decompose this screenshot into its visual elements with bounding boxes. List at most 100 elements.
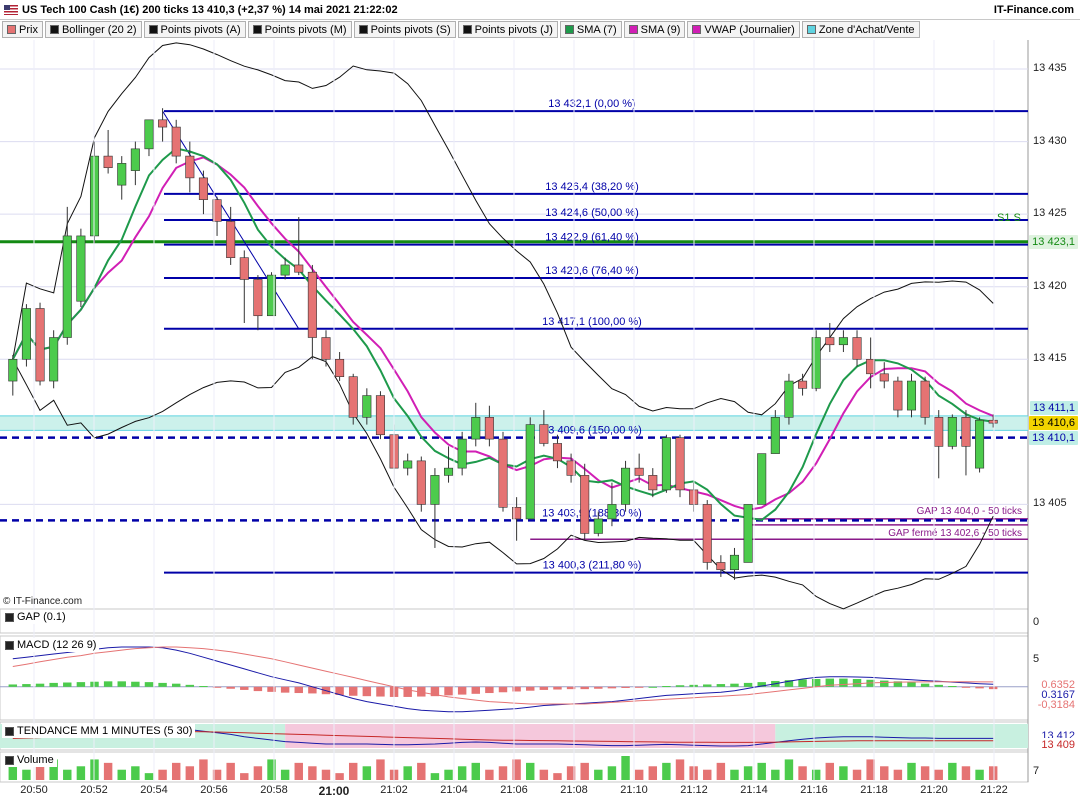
volume-bar — [498, 766, 508, 780]
gap-closed-label: GAP fermé 13 402,6 - 50 ticks — [888, 528, 1022, 539]
macd-histogram-bar — [498, 686, 508, 693]
gap-panel-label-text: GAP (0.1) — [17, 611, 66, 623]
volume-bar — [771, 769, 780, 780]
macd-histogram-bar — [199, 686, 208, 688]
candle-body — [838, 337, 848, 346]
legend-item[interactable]: Points pivots (M) — [247, 21, 352, 38]
candle-body — [185, 155, 195, 179]
volume-axis-label: 7 — [1033, 765, 1040, 777]
trend-panel-label[interactable]: TENDANCE MM 1 MINUTES (5 30) — [2, 724, 196, 738]
time-axis-label: 21:08 — [560, 784, 588, 796]
volume-bar — [471, 762, 480, 780]
candle-body — [621, 467, 631, 505]
legend-item-label: Bollinger (20 2) — [61, 23, 137, 36]
legend-item[interactable]: SMA (9) — [623, 21, 686, 38]
legend-item-label: Zone d'Achat/Vente — [818, 23, 915, 36]
candle-body — [416, 460, 426, 505]
candle-body — [226, 221, 236, 258]
price-axis-tick: 13 435 — [1033, 62, 1067, 75]
volume-bar — [798, 766, 807, 780]
volume-bar — [76, 766, 86, 780]
volume-bar — [199, 759, 208, 780]
candle-body — [975, 419, 985, 469]
volume-bar — [811, 769, 821, 780]
macd-histogram-bar — [907, 682, 916, 687]
trend-panel-label-text: TENDANCE MM 1 MINUTES (5 30) — [17, 725, 193, 737]
time-axis-label: 21:18 — [860, 784, 888, 796]
candle-body — [430, 475, 440, 505]
legend-item[interactable]: SMA (7) — [559, 21, 622, 38]
macd-histogram-bar — [240, 686, 249, 690]
volume-panel-label-text: Volume — [17, 754, 54, 766]
volume-bar — [8, 766, 18, 780]
candle-body — [893, 380, 903, 411]
volume-bar — [240, 773, 249, 780]
volume-bar — [185, 766, 195, 780]
candle-body — [988, 419, 998, 424]
fibonacci-level-label: 13 422,9 (61,40 %) — [545, 232, 639, 244]
candle-body — [947, 417, 957, 447]
volume-bar — [485, 769, 494, 780]
legend-item-label: SMA (9) — [640, 23, 681, 36]
legend-item[interactable]: Points pivots (S) — [353, 21, 456, 38]
volume-bar — [825, 762, 835, 780]
candle-body — [729, 554, 740, 571]
legend-item[interactable]: Points pivots (J) — [457, 21, 558, 38]
macd-histogram-bar — [76, 682, 86, 687]
gap-open-label: GAP 13 404,0 - 50 ticks — [917, 506, 1022, 517]
volume-bar — [348, 762, 358, 780]
macd-histogram-bar — [226, 686, 235, 689]
price-axis-tick: 13 420 — [1033, 279, 1067, 292]
gap-panel-label[interactable]: GAP (0.1) — [2, 610, 69, 624]
macd-histogram-bar — [553, 686, 562, 690]
volume-bar — [417, 762, 426, 780]
time-axis-label: 20:56 — [200, 784, 228, 796]
time-axis-label: 20:52 — [80, 784, 108, 796]
legend-item-label: VWAP (Journalier) — [704, 23, 795, 36]
macd-histogram-bar — [730, 683, 739, 687]
legend-item[interactable]: VWAP (Journalier) — [687, 21, 800, 38]
candle-body — [103, 155, 113, 169]
macd-histogram-bar — [743, 682, 753, 687]
volume-bar — [948, 762, 957, 780]
candle-body — [634, 467, 644, 476]
legend-item[interactable]: Bollinger (20 2) — [44, 21, 142, 38]
time-axis-label: 20:50 — [20, 784, 48, 796]
legend-item-label: Prix — [19, 23, 38, 36]
legend-swatch-icon — [7, 25, 16, 34]
legend-swatch-icon — [49, 25, 59, 34]
time-axis-label: 20:54 — [140, 784, 168, 796]
macd-histogram-bar — [580, 686, 589, 690]
macd-histogram-bar — [144, 682, 154, 687]
legend-swatch-icon — [628, 25, 638, 34]
pivot-s1-label: S1 S — [997, 212, 1021, 224]
fibonacci-level-label: 13 432,1 (0,00 %) — [548, 98, 635, 110]
price-tag: 13 423,1 — [1029, 234, 1078, 249]
volume-panel-label[interactable]: Volume — [2, 753, 57, 767]
fibonacci-level-label: 13 417,1 (100,00 %) — [542, 316, 642, 328]
candle-body — [348, 376, 358, 418]
legend-item[interactable]: Prix — [2, 21, 43, 38]
gap-axis-label: 0 — [1033, 616, 1040, 628]
trend-value-tag: 13 409 — [1038, 738, 1078, 752]
macd-histogram-bar — [648, 686, 658, 688]
macd-histogram-bar — [975, 686, 984, 689]
time-axis-label: 21:14 — [740, 784, 768, 796]
volume-bar — [784, 759, 794, 780]
legend-item[interactable]: Points pivots (A) — [143, 21, 246, 38]
macd-histogram-bar — [63, 682, 72, 687]
time-axis-label: 20:58 — [260, 784, 288, 796]
candle-body — [879, 373, 889, 382]
legend-item[interactable]: Zone d'Achat/Vente — [801, 21, 920, 38]
volume-bar — [703, 769, 712, 780]
candle-body — [457, 438, 467, 469]
candle-body — [770, 417, 780, 454]
candle-body — [444, 467, 454, 476]
volume-bar — [362, 766, 372, 780]
candle-body — [144, 119, 154, 150]
candle-body — [49, 337, 59, 382]
macd-histogram-bar — [852, 679, 862, 687]
time-axis-label: 21:00 — [318, 784, 350, 798]
macd-histogram-bar — [376, 686, 385, 697]
macd-panel-label[interactable]: MACD (12 26 9) — [2, 638, 100, 652]
